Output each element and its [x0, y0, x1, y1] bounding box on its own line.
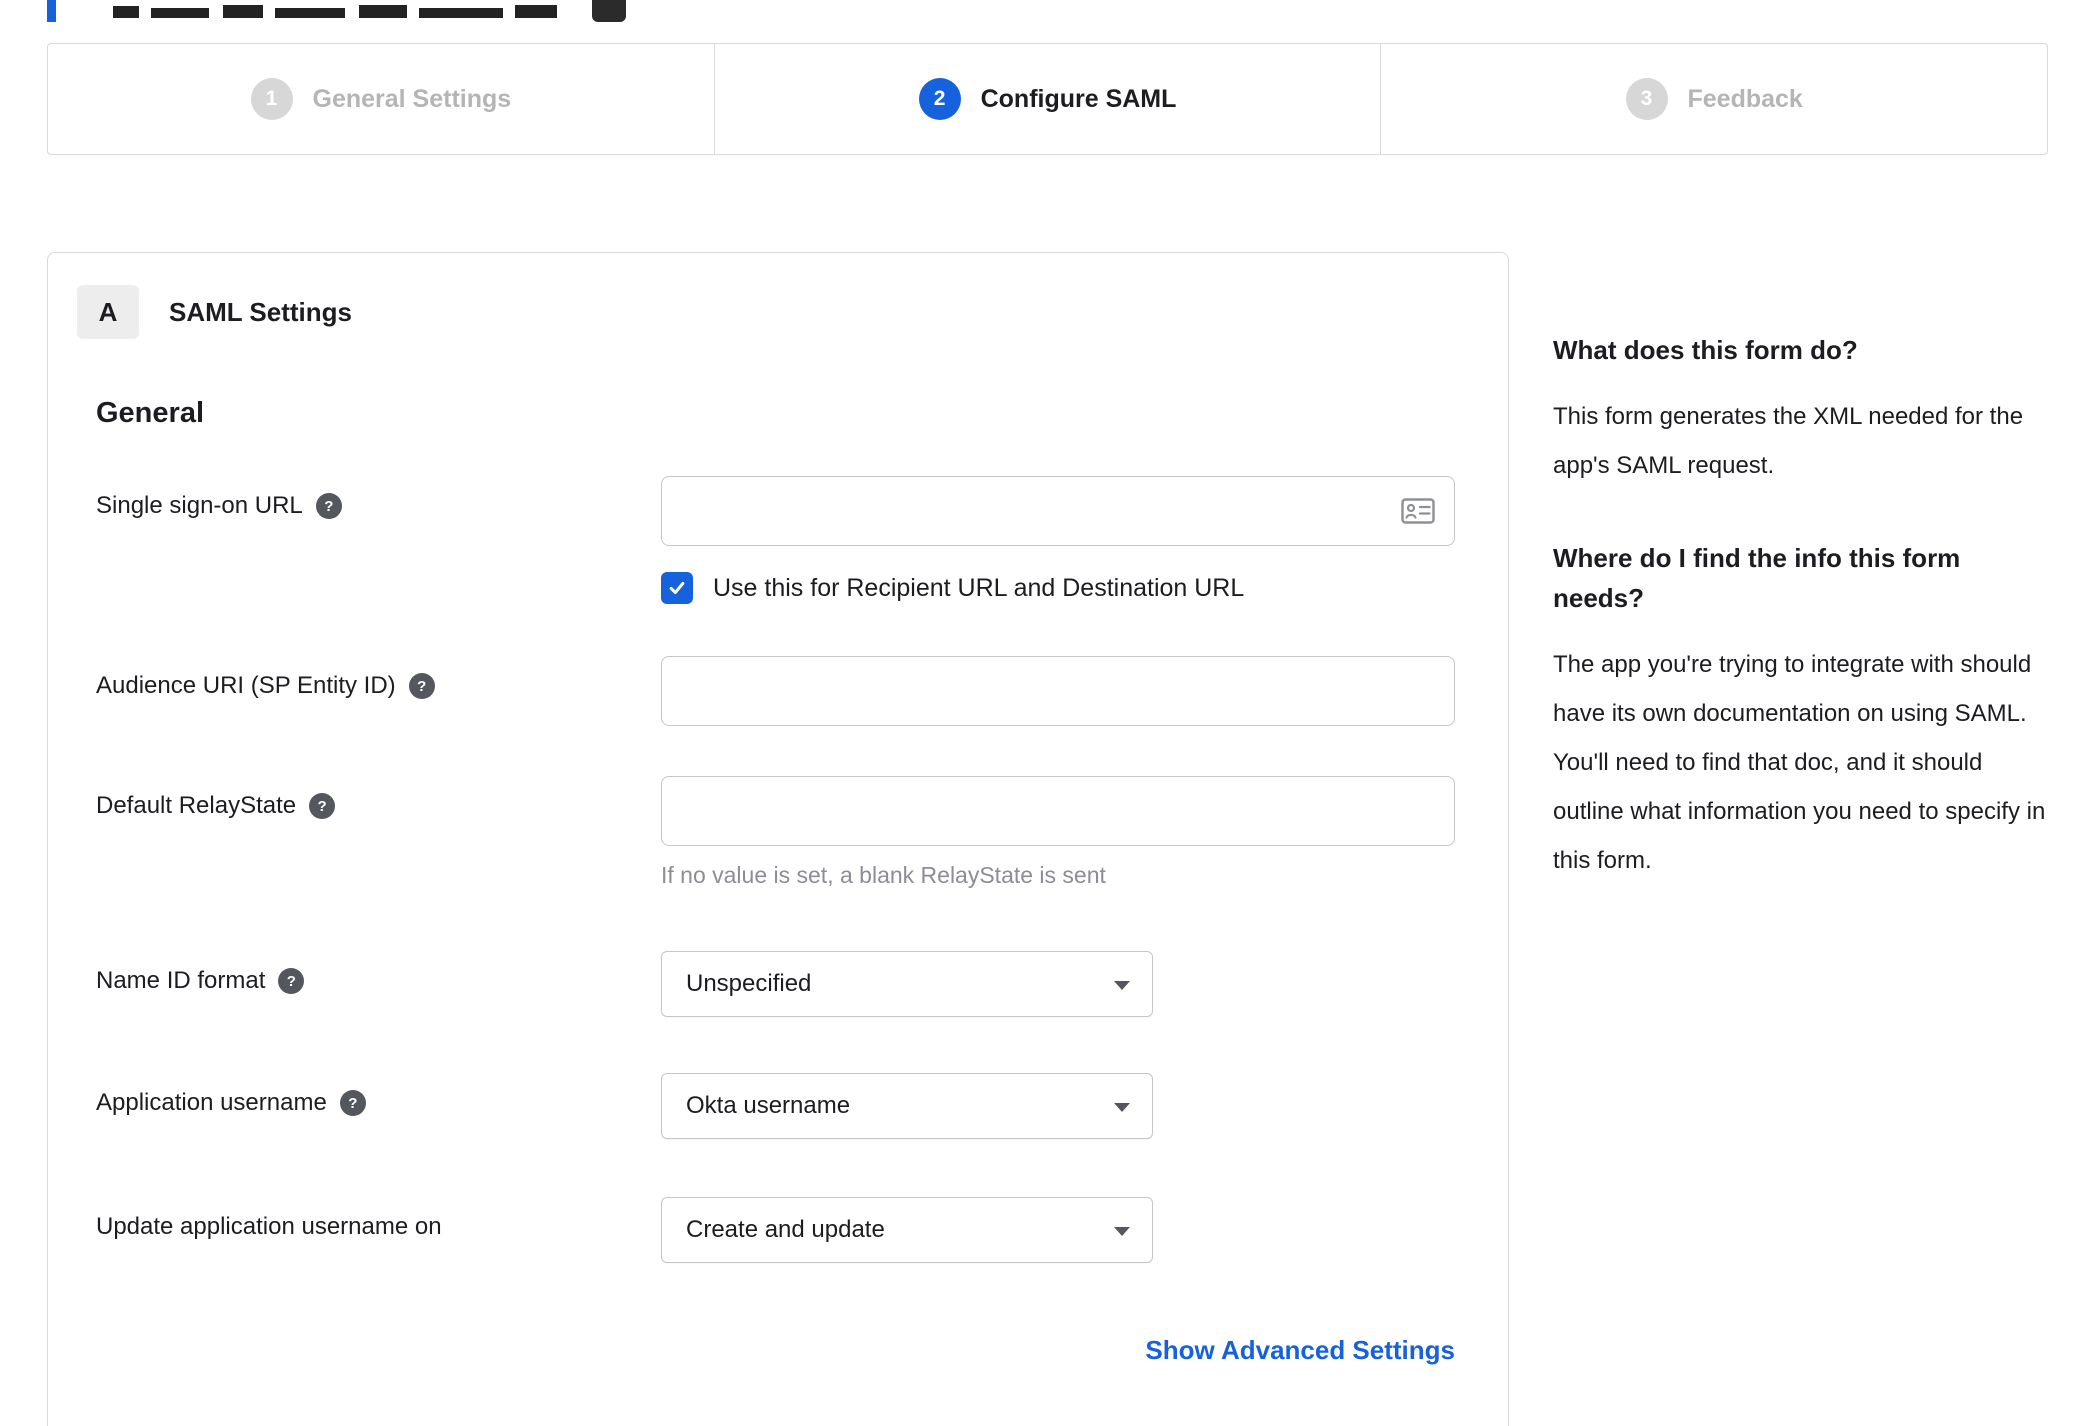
- step-configure-saml[interactable]: 2 Configure SAML: [713, 44, 1381, 154]
- help-answer-2: The app you're trying to integrate with …: [1553, 651, 2046, 874]
- audience-uri-row: Audience URI (SP Entity ID) ?: [96, 656, 1455, 726]
- clipped-logo-fragment: [47, 0, 56, 22]
- step-label: General Settings: [312, 84, 512, 113]
- show-advanced-settings-link[interactable]: Show Advanced Settings: [1145, 1335, 1455, 1365]
- name-id-format-value: Unspecified: [686, 970, 812, 997]
- step-feedback[interactable]: 3 Feedback: [1380, 44, 2047, 154]
- step-number-badge: 2: [918, 78, 961, 120]
- wizard-stepper: 1 General Settings 2 Configure SAML 3 Fe…: [47, 43, 2048, 155]
- step-number-badge: 1: [250, 78, 293, 120]
- step-general-settings[interactable]: 1 General Settings: [48, 44, 714, 154]
- help-answer-1: This form generates the XML needed for t…: [1553, 403, 2024, 479]
- general-section-title: General: [96, 397, 204, 429]
- help-icon[interactable]: ?: [278, 968, 305, 994]
- relay-state-label: Default RelayState: [96, 792, 297, 819]
- audience-uri-label: Audience URI (SP Entity ID): [96, 672, 396, 699]
- name-id-format-select[interactable]: Unspecified: [661, 951, 1153, 1017]
- clipped-page-header: [47, 0, 747, 26]
- card-header: A SAML Settings: [77, 285, 1454, 339]
- sso-url-label: Single sign-on URL: [96, 492, 303, 519]
- sso-url-row: Single sign-on URL ? Use this for Recipi…: [96, 476, 1455, 604]
- name-id-format-label: Name ID format: [96, 967, 266, 994]
- chevron-down-icon: [1114, 1103, 1130, 1112]
- chevron-down-icon: [1114, 1227, 1130, 1236]
- name-id-format-row: Name ID format ? Unspecified: [96, 951, 1454, 1017]
- help-icon[interactable]: ?: [315, 493, 342, 519]
- step-label: Configure SAML: [980, 84, 1177, 113]
- update-username-select[interactable]: Create and update: [661, 1197, 1153, 1263]
- help-question-2: Where do I find the info this form needs…: [1553, 543, 1961, 613]
- application-username-label: Application username: [96, 1089, 327, 1116]
- recipient-url-checkbox-label[interactable]: Use this for Recipient URL and Destinati…: [713, 574, 1244, 603]
- application-username-value: Okta username: [686, 1092, 851, 1119]
- application-username-select[interactable]: Okta username: [661, 1073, 1153, 1139]
- help-sidebar: What does this form do? This form genera…: [1553, 330, 2058, 885]
- checkmark-icon: [669, 581, 685, 595]
- update-username-value: Create and update: [686, 1216, 885, 1243]
- saml-configuration-page: 1 General Settings 2 Configure SAML 3 Fe…: [0, 0, 2092, 1426]
- application-username-row: Application username ? Okta username: [96, 1073, 1454, 1139]
- saml-settings-card: A SAML Settings General Single sign-on U…: [47, 252, 1509, 1426]
- help-icon[interactable]: ?: [309, 793, 336, 819]
- advanced-settings-row: Show Advanced Settings: [96, 1335, 1455, 1366]
- section-a-badge: A: [77, 285, 139, 339]
- contact-card-icon[interactable]: [1401, 498, 1435, 529]
- relay-state-input[interactable]: [661, 776, 1455, 846]
- saml-settings-form: Single sign-on URL ? Use this for Recipi…: [96, 476, 1455, 1366]
- recipient-url-checkbox[interactable]: [661, 572, 693, 604]
- step-label: Feedback: [1687, 84, 1803, 113]
- recipient-url-checkbox-row: Use this for Recipient URL and Destinati…: [661, 572, 1455, 604]
- relay-state-hint: If no value is set, a blank RelayState i…: [661, 862, 1106, 888]
- update-username-row: Update application username on Create an…: [96, 1197, 1454, 1263]
- chevron-down-icon: [1114, 981, 1130, 990]
- help-icon[interactable]: ?: [408, 673, 435, 699]
- sso-url-input[interactable]: [661, 476, 1455, 546]
- step-number-badge: 3: [1625, 78, 1668, 120]
- relay-state-row: Default RelayState ? If no value is set,…: [96, 776, 1455, 889]
- audience-uri-input[interactable]: [661, 656, 1455, 726]
- help-question-1: What does this form do?: [1553, 335, 1858, 365]
- card-title: SAML Settings: [169, 296, 352, 327]
- clipped-gear-icon: [592, 0, 626, 22]
- update-username-label: Update application username on: [96, 1213, 442, 1240]
- help-icon[interactable]: ?: [339, 1090, 366, 1116]
